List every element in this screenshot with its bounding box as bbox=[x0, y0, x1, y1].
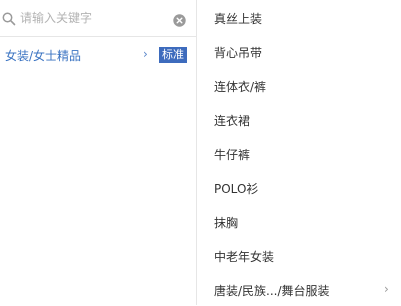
subcategory-item[interactable]: 连衣裙 bbox=[197, 102, 401, 136]
subcategory-label: 牛仔裤 bbox=[214, 148, 251, 162]
subcategory-item[interactable]: 连体衣/裤 bbox=[197, 68, 401, 102]
search-icon bbox=[2, 11, 16, 26]
subcategory-label: 中老年女装 bbox=[214, 250, 275, 264]
subcategory-item[interactable]: 中老年女装 bbox=[197, 238, 401, 272]
subcategory-label: 连衣裙 bbox=[214, 114, 251, 128]
chevron-right-icon: › bbox=[143, 47, 148, 61]
subcategory-item[interactable]: 抹胸 bbox=[197, 204, 401, 238]
search-input[interactable] bbox=[20, 8, 168, 28]
subcategory-list: 真丝上装 背心吊带 连体衣/裤 连衣裙 牛仔裤 POLO衫 抹胸 中老年女装 唐… bbox=[197, 0, 401, 305]
subcategory-label: 抹胸 bbox=[214, 216, 239, 230]
search-box bbox=[0, 0, 196, 37]
subcategory-item[interactable]: POLO衫 bbox=[197, 170, 401, 204]
subcategory-item[interactable]: 真丝上装 bbox=[197, 0, 401, 34]
category-label: 女装/女士精品 bbox=[5, 49, 82, 63]
subcategory-label: 背心吊带 bbox=[214, 46, 263, 60]
subcategory-item[interactable]: 牛仔裤 bbox=[197, 136, 401, 170]
standard-badge: 标准 bbox=[159, 47, 187, 63]
subcategory-label: 唐装/民族.../舞台服装 bbox=[214, 284, 330, 298]
subcategory-label: POLO衫 bbox=[214, 182, 259, 196]
subcategory-label: 真丝上装 bbox=[214, 12, 263, 26]
subcategory-item-expandable[interactable]: 唐装/民族.../舞台服装 › bbox=[197, 272, 401, 306]
category-picker: 女装/女士精品 › 标准 真丝上装 背心吊带 连体衣/裤 连衣裙 牛仔裤 POL… bbox=[0, 0, 401, 305]
subcategory-item[interactable]: 背心吊带 bbox=[197, 34, 401, 68]
category-item-womens-wear[interactable]: 女装/女士精品 › 标准 bbox=[0, 41, 196, 69]
clear-icon[interactable] bbox=[173, 12, 186, 27]
chevron-right-icon: › bbox=[384, 282, 389, 296]
primary-category-column: 女装/女士精品 › 标准 bbox=[0, 0, 197, 305]
subcategory-label: 连体衣/裤 bbox=[214, 80, 267, 94]
